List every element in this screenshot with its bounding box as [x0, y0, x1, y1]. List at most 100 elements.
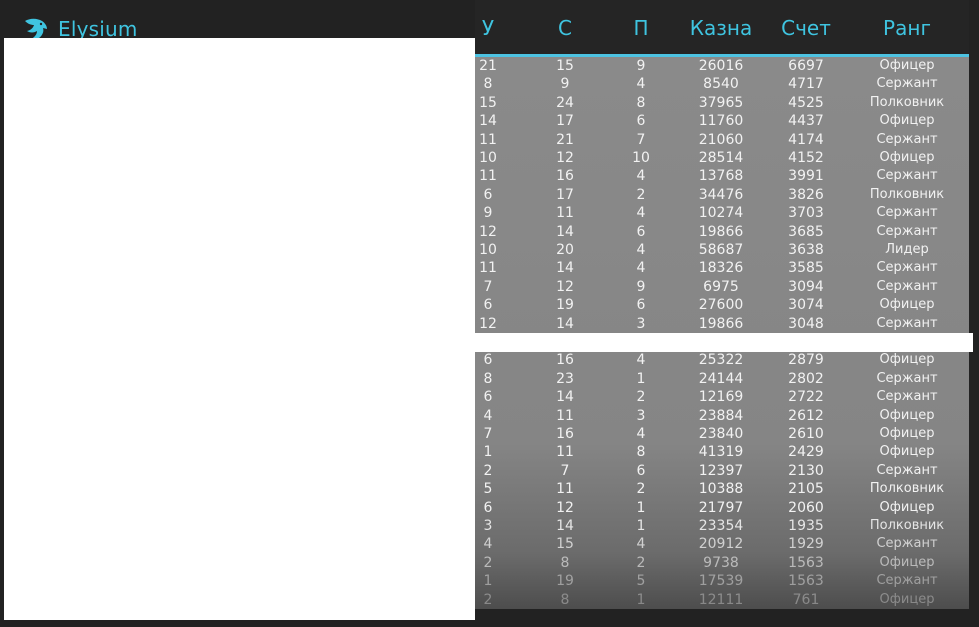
cell-score: 2610 — [788, 426, 824, 442]
table-row[interactable]: 4 15 4 20912 1929 Сержант — [475, 535, 969, 553]
cell-treasury: 25322 — [698, 352, 744, 369]
table-row[interactable]: 6 19 6 27600 3074 Офицер — [475, 296, 969, 314]
table-row[interactable]: 7 12 9 6975 3094 Сержант — [475, 278, 969, 296]
cell-score: 1563 — [788, 573, 824, 590]
table-row[interactable]: 1 11 8 41319 2429 Офицер — [475, 443, 969, 461]
table-row[interactable]: 11 14 4 18326 3585 Сержант — [475, 259, 969, 277]
cell-rank: Полковник — [869, 518, 945, 533]
cell-s: 24 — [556, 94, 574, 111]
table-row[interactable]: 11 21 7 21060 4174 Сержант — [475, 131, 969, 149]
cell-u: 14 — [479, 113, 497, 130]
table-row[interactable]: 21 15 9 26016 6697 Офицер — [475, 57, 969, 75]
cell-treasury: 34476 — [698, 186, 744, 203]
cell-u: 4 — [483, 407, 493, 424]
table-row[interactable]: 2 8 2 9738 1563 Офицер — [475, 554, 969, 572]
cell-u: 7 — [483, 278, 493, 295]
cell-rank: Офицер — [879, 407, 935, 423]
cell-score: 2879 — [788, 352, 824, 369]
cell-rank: Полковник — [869, 186, 945, 202]
table-row[interactable]: 4 11 3 23884 2612 Офицер — [475, 407, 969, 425]
cell-s: 14 — [556, 315, 574, 332]
column-header-s[interactable]: С — [545, 16, 585, 40]
cell-rank: Сержант — [876, 205, 938, 221]
table-row[interactable]: 12 14 3 19866 3048 Сержант — [475, 315, 969, 333]
cell-score: 1935 — [788, 518, 824, 534]
table-row[interactable]: 6 16 4 25322 2879 Офицер — [475, 351, 969, 369]
cell-s: 11 — [556, 407, 574, 424]
game-screen: Elysium У С П Казна Счет Ранг 21 15 9 26016… — [0, 0, 979, 627]
cell-p: 4 — [636, 536, 646, 553]
column-header-u[interactable]: У — [475, 16, 501, 40]
cell-s: 17 — [556, 186, 574, 203]
table-row[interactable]: 5 11 2 10388 2105 Полковник — [475, 480, 969, 498]
cell-p: 2 — [636, 389, 646, 406]
cell-s: 15 — [556, 58, 574, 74]
table-row[interactable]: 2 7 6 12397 2130 Сержант — [475, 462, 969, 480]
table-row[interactable]: 1 19 5 17539 1563 Сержант — [475, 572, 969, 590]
cell-u: 6 — [483, 389, 493, 406]
table-row[interactable]: 9 11 4 10274 3703 Сержант — [475, 204, 969, 222]
cell-rank: Полковник — [869, 94, 945, 110]
cell-p: 5 — [636, 573, 646, 590]
cell-score: 3094 — [788, 278, 824, 295]
cell-s: 12 — [556, 150, 574, 166]
column-header-treasury[interactable]: Казна — [681, 16, 761, 40]
cell-s: 8 — [560, 591, 570, 608]
cell-u: 1 — [483, 573, 493, 590]
cell-treasury: 23354 — [698, 518, 744, 534]
table-row[interactable]: 10 20 4 58687 3638 Лидер — [475, 241, 969, 259]
cell-rank: Офицер — [879, 113, 935, 129]
table-row[interactable]: 14 17 6 11760 4437 Офицер — [475, 112, 969, 130]
clan-stats-table: У С П Казна Счет Ранг 21 15 9 26016 6697 Офиц… — [475, 0, 969, 610]
cell-p: 10 — [632, 150, 650, 166]
table-row[interactable]: 10 12 10 28514 4152 Офицер — [475, 149, 969, 167]
table-row[interactable]: 11 16 4 13768 3991 Сержант — [475, 167, 969, 185]
cell-score: 3074 — [788, 297, 824, 314]
cell-rank: Офицер — [879, 297, 935, 313]
table-row[interactable]: 6 12 1 21797 2060 Офицер — [475, 499, 969, 517]
cell-p: 3 — [636, 407, 646, 424]
cell-treasury: 9738 — [703, 554, 739, 571]
cell-p: 1 — [636, 370, 646, 387]
cell-u: 3 — [483, 518, 493, 534]
table-row[interactable]: 7 16 4 23840 2610 Офицер — [475, 425, 969, 443]
cell-p: 6 — [636, 113, 646, 130]
cell-treasury: 19866 — [698, 315, 744, 332]
cell-rank: Офицер — [879, 591, 935, 607]
cell-s: 20 — [556, 242, 574, 258]
cell-rank: Сержант — [876, 536, 938, 552]
cell-score: 6697 — [788, 58, 824, 74]
table-row[interactable]: 2 8 1 12111 761 Офицер — [475, 591, 969, 609]
cell-treasury: 20912 — [698, 536, 744, 553]
cell-rank: Офицер — [879, 352, 935, 368]
cell-score: 4717 — [788, 76, 824, 93]
cell-rank: Сержант — [876, 462, 938, 478]
column-header-rank[interactable]: Ранг — [857, 16, 957, 40]
table-row[interactable]: 6 17 2 34476 3826 Полковник — [475, 186, 969, 204]
cell-p: 4 — [636, 205, 646, 222]
table-row[interactable]: 3 14 1 23354 1935 Полковник — [475, 517, 969, 535]
cell-p: 9 — [636, 278, 646, 295]
table-row[interactable]: 15 24 8 37965 4525 Полковник — [475, 94, 969, 112]
cell-s: 19 — [556, 297, 574, 314]
column-header-p[interactable]: П — [621, 16, 661, 40]
cell-score: 3703 — [788, 205, 824, 222]
cell-treasury: 23840 — [698, 426, 744, 442]
table-row[interactable]: 6 14 2 12169 2722 Сержант — [475, 388, 969, 406]
cell-score: 1563 — [788, 554, 824, 571]
cell-p: 7 — [636, 131, 646, 148]
table-row[interactable]: 12 14 6 19866 3685 Сержант — [475, 223, 969, 241]
cell-rank: Сержант — [876, 315, 938, 331]
cell-score: 1929 — [788, 536, 824, 553]
cell-s: 12 — [556, 499, 574, 516]
cell-score: 3638 — [788, 242, 824, 258]
cell-score: 761 — [792, 591, 820, 608]
cell-p: 8 — [636, 94, 646, 111]
column-header-score[interactable]: Счет — [771, 16, 841, 40]
cell-u: 7 — [483, 426, 493, 442]
cell-p: 4 — [636, 76, 646, 93]
table-row[interactable]: 8 23 1 24144 2802 Сержант — [475, 370, 969, 388]
table-row[interactable]: 8 9 4 8540 4717 Сержант — [475, 75, 969, 93]
cell-p: 2 — [636, 554, 646, 571]
cell-u: 11 — [479, 168, 497, 185]
